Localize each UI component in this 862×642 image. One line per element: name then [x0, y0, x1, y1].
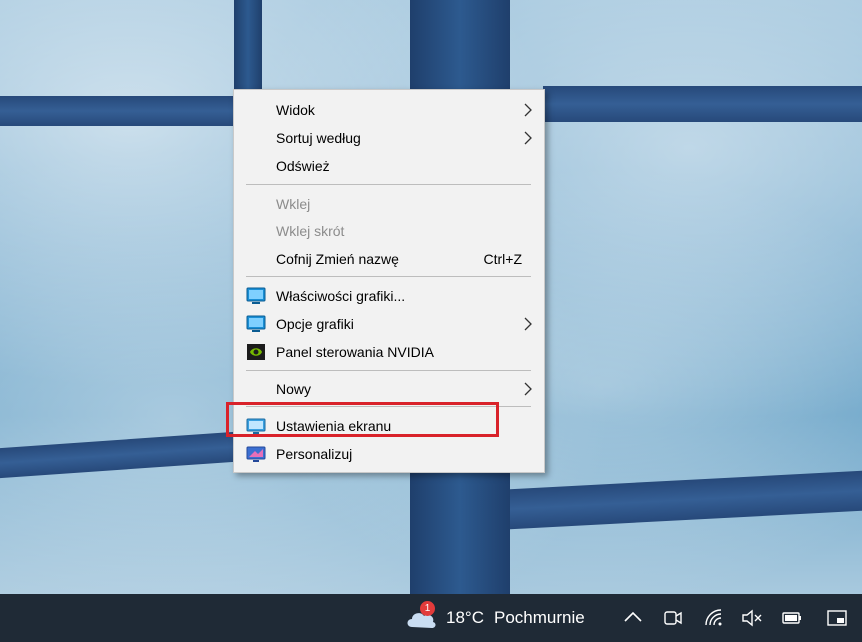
menu-item-label: Panel sterowania NVIDIA: [276, 344, 434, 360]
wallpaper-frame: [410, 0, 510, 92]
chevron-right-icon: [524, 131, 532, 145]
wallpaper-frame: [0, 96, 234, 126]
menu-item-sort-by[interactable]: Sortuj według: [234, 125, 544, 151]
menu-separator: [246, 184, 531, 185]
nvidia-icon: [247, 344, 265, 360]
menu-item-label: Wklej skrót: [276, 223, 345, 239]
action-center-icon[interactable]: [826, 606, 848, 630]
cloud-icon: 1: [404, 601, 438, 631]
menu-item-label: Wklej: [276, 196, 311, 212]
chevron-right-icon: [524, 317, 532, 331]
highlight-annotation: [226, 402, 499, 437]
intel-graphics-icon: [246, 315, 266, 332]
chevron-right-icon: [524, 382, 532, 396]
weather-condition: Pochmurnie: [493, 608, 585, 627]
taskbar: 1 18°C Pochmurnie: [0, 594, 862, 642]
menu-item-new[interactable]: Nowy: [234, 376, 544, 402]
menu-item-label: Widok: [276, 102, 315, 118]
wifi-icon[interactable]: [702, 606, 724, 630]
wallpaper-frame: [510, 470, 862, 530]
meet-now-icon[interactable]: [662, 606, 684, 630]
chevron-up-icon[interactable]: [622, 606, 644, 630]
wallpaper-frame: [0, 431, 234, 479]
wallpaper-frame: [410, 470, 510, 594]
menu-item-undo-rename[interactable]: Cofnij Zmień nazwę Ctrl+Z: [234, 246, 544, 272]
wallpaper-frame: [543, 86, 862, 122]
menu-item-nvidia-control-panel[interactable]: Panel sterowania NVIDIA: [234, 339, 544, 365]
menu-item-paste-shortcut[interactable]: Wklej skrót: [234, 218, 544, 244]
menu-item-graphics-properties[interactable]: Właściwości grafiki...: [234, 283, 544, 309]
menu-item-label: Cofnij Zmień nazwę: [276, 251, 399, 267]
menu-separator: [246, 370, 531, 371]
menu-item-personalize[interactable]: Personalizuj: [234, 441, 544, 467]
wallpaper-frame: [234, 0, 262, 92]
menu-item-view[interactable]: Widok: [234, 97, 544, 123]
weather-widget[interactable]: 1 18°C Pochmurnie: [404, 601, 585, 632]
menu-item-shortcut: Ctrl+Z: [483, 251, 523, 267]
menu-item-graphics-options[interactable]: Opcje grafiki: [234, 311, 544, 337]
menu-item-label: Sortuj według: [276, 130, 361, 146]
weather-temperature: 18°C: [446, 608, 484, 627]
battery-icon[interactable]: [781, 606, 803, 630]
volume-muted-icon[interactable]: [741, 606, 763, 630]
menu-item-label: Nowy: [276, 381, 312, 397]
intel-graphics-icon: [246, 287, 266, 304]
menu-item-label: Opcje grafiki: [276, 316, 354, 332]
menu-item-paste[interactable]: Wklej: [234, 191, 544, 217]
menu-item-label: Odśwież: [276, 158, 330, 174]
menu-item-label: Personalizuj: [276, 446, 353, 462]
chevron-right-icon: [524, 103, 532, 117]
menu-separator: [246, 276, 531, 277]
menu-item-refresh[interactable]: Odśwież: [234, 153, 544, 179]
menu-item-label: Właściwości grafiki...: [276, 288, 406, 304]
personalize-icon: [246, 446, 266, 462]
notification-badge: 1: [420, 601, 435, 616]
